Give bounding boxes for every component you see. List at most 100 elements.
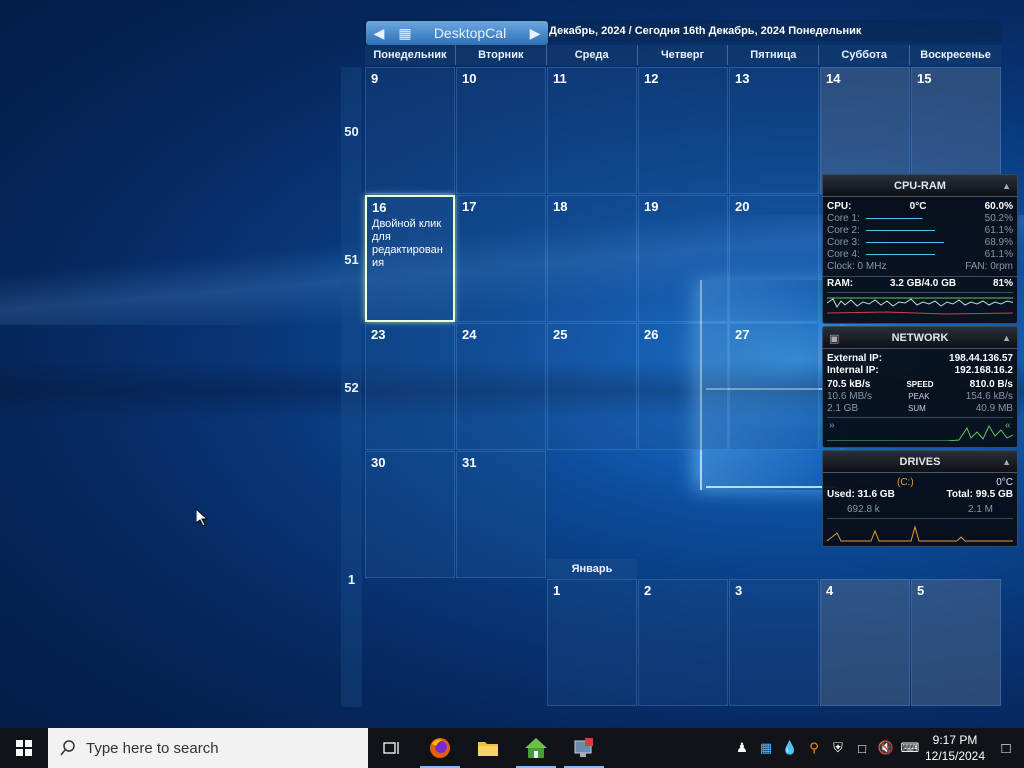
- day-cell[interactable]: 24: [456, 323, 546, 450]
- day-number: 19: [644, 199, 659, 214]
- task-view-button[interactable]: [368, 728, 416, 768]
- core-label: Core 3:: [827, 237, 860, 248]
- forward-arrow-icon[interactable]: ▶: [522, 21, 548, 45]
- volume-muted-icon[interactable]: 🔇: [874, 740, 898, 756]
- external-ip-row: External IP: 198.44.136.57: [823, 353, 1017, 365]
- app-taskbar-button[interactable]: [512, 728, 560, 768]
- day-number: 9: [371, 71, 379, 86]
- core-value: 50.2%: [984, 213, 1013, 224]
- day-cell[interactable]: 19: [638, 195, 728, 322]
- cpu-percent: 60.0%: [984, 201, 1013, 212]
- firefox-taskbar-button[interactable]: [416, 728, 464, 768]
- week-number: 51: [344, 252, 359, 267]
- download-arrow-icon: »: [829, 420, 835, 431]
- cpu-ram-graph-lines: [827, 297, 1013, 315]
- day-cell[interactable]: 31: [456, 451, 546, 578]
- day-cell[interactable]: 1: [547, 579, 637, 706]
- cpu-temp: 0°C: [909, 201, 927, 212]
- week-number: 52: [344, 380, 359, 395]
- core-label: Core 1:: [827, 213, 860, 224]
- day-cell[interactable]: 25: [547, 323, 637, 450]
- start-button[interactable]: [0, 728, 48, 768]
- day-cell[interactable]: 10: [456, 67, 546, 194]
- collapse-icon[interactable]: ▲: [1002, 181, 1011, 191]
- day-cell[interactable]: 5: [911, 579, 1001, 706]
- day-cell[interactable]: 12: [638, 67, 728, 194]
- keyboard-icon[interactable]: ⌨: [898, 740, 922, 756]
- core-row: Core 1: 50.2%: [823, 213, 1017, 225]
- file-explorer-button[interactable]: [464, 728, 512, 768]
- weekday-header: Суббота: [819, 45, 911, 65]
- day-cell[interactable]: 13: [729, 67, 819, 194]
- search-tray-icon[interactable]: ⚲: [802, 740, 826, 756]
- collapse-icon[interactable]: ▲: [1002, 333, 1011, 343]
- drives-widget[interactable]: DRIVES ▲ (C:) 0°C Used: 31.6 GB Total: 9…: [822, 450, 1018, 547]
- drives-header[interactable]: DRIVES ▲: [823, 451, 1017, 473]
- network-icon[interactable]: □: [850, 741, 874, 756]
- weekday-header: Пятница: [728, 45, 820, 65]
- drive-usage-row: Used: 31.6 GB Total: 99.5 GB: [823, 489, 1017, 501]
- day-number: 15: [917, 71, 932, 86]
- week-number: 50: [344, 124, 359, 139]
- peak-label: PEAK: [908, 392, 930, 401]
- day-cell[interactable]: 9: [365, 67, 455, 194]
- weekday-header: Среда: [546, 45, 638, 65]
- day-cell[interactable]: 27: [729, 323, 819, 450]
- day-number: 23: [371, 327, 386, 342]
- day-cell[interactable]: 2: [638, 579, 728, 706]
- day-cell-today[interactable]: 16 Двойной клик для редактирован ия: [365, 195, 455, 322]
- day-cell[interactable]: 3: [729, 579, 819, 706]
- day-cell[interactable]: 30: [365, 451, 455, 578]
- network-graph-lines: » «: [827, 420, 1013, 441]
- shield-tray-icon[interactable]: ⛨: [826, 740, 850, 756]
- day-cell[interactable]: 17: [456, 195, 546, 322]
- day-cell[interactable]: 18: [547, 195, 637, 322]
- day-cell[interactable]: 20: [729, 195, 819, 322]
- day-number: 26: [644, 327, 659, 342]
- system-app-taskbar-button[interactable]: [560, 728, 608, 768]
- weekday-header: Воскресенье: [910, 45, 1002, 65]
- app-grid-tray-icon[interactable]: ▦: [754, 740, 778, 756]
- network-widget[interactable]: ▣ NETWORK ▲ External IP: 198.44.136.57 I…: [822, 326, 1018, 448]
- cpu-ram-widget[interactable]: CPU-RAM ▲ CPU: 0°C 60.0% Core 1: 50.2% C…: [822, 174, 1018, 324]
- week-number: 1: [347, 572, 356, 587]
- sum-upload: 40.9 MB: [975, 403, 1013, 414]
- day-number: 20: [735, 199, 750, 214]
- day-number: 18: [553, 199, 568, 214]
- day-number: 31: [462, 455, 477, 470]
- network-header[interactable]: ▣ NETWORK ▲: [823, 327, 1017, 349]
- fan-speed: FAN: 0rpm: [965, 261, 1013, 272]
- day-cell[interactable]: 26: [638, 323, 728, 450]
- ram-value: 3.2 GB/4.0 GB: [889, 278, 957, 289]
- monitor-icon: ▣: [829, 333, 840, 345]
- drive-used: Used: 31.6 GB: [827, 489, 895, 500]
- desktopcal-toolbar[interactable]: ◀ ▦ DesktopCal ▶: [366, 21, 548, 45]
- weekday-header: Четверг: [637, 45, 729, 65]
- droplet-icon[interactable]: 💧: [778, 740, 802, 756]
- collapse-icon[interactable]: ▲: [1002, 457, 1011, 467]
- drive-total: Total: 99.5 GB: [946, 489, 1014, 500]
- drive-graph-lines: [827, 525, 1013, 542]
- drive-temp: 0°C: [996, 477, 1013, 488]
- day-cell[interactable]: 23: [365, 323, 455, 450]
- cpu-label: CPU:: [827, 201, 852, 212]
- clock-time: 9:17 PM: [932, 733, 978, 747]
- peak-row: 10.6 MB/s PEAK 154.6 kB/s: [823, 391, 1017, 403]
- grid-icon[interactable]: ▦: [392, 21, 418, 45]
- day-cell[interactable]: 4: [820, 579, 910, 706]
- taskbar-clock[interactable]: 9:17 PM 12/15/2024: [922, 732, 988, 764]
- people-icon[interactable]: ♟: [730, 740, 754, 756]
- core-label: Core 4:: [827, 249, 860, 260]
- core-label: Core 2:: [827, 225, 860, 236]
- drive-row: (C:) 0°C: [823, 477, 1017, 489]
- search-icon: [60, 740, 75, 756]
- day-number: 1: [553, 583, 561, 598]
- back-arrow-icon[interactable]: ◀: [366, 21, 392, 45]
- day-cell[interactable]: 11: [547, 67, 637, 194]
- taskbar-search-box[interactable]: Type here to search: [48, 728, 368, 768]
- upload-arrow-icon: «: [1005, 420, 1011, 431]
- cpu-ram-header[interactable]: CPU-RAM ▲: [823, 175, 1017, 197]
- task-view-icon: [383, 742, 399, 754]
- desktopcal-app-name: DesktopCal: [433, 25, 507, 41]
- notification-icon[interactable]: □: [988, 740, 1024, 757]
